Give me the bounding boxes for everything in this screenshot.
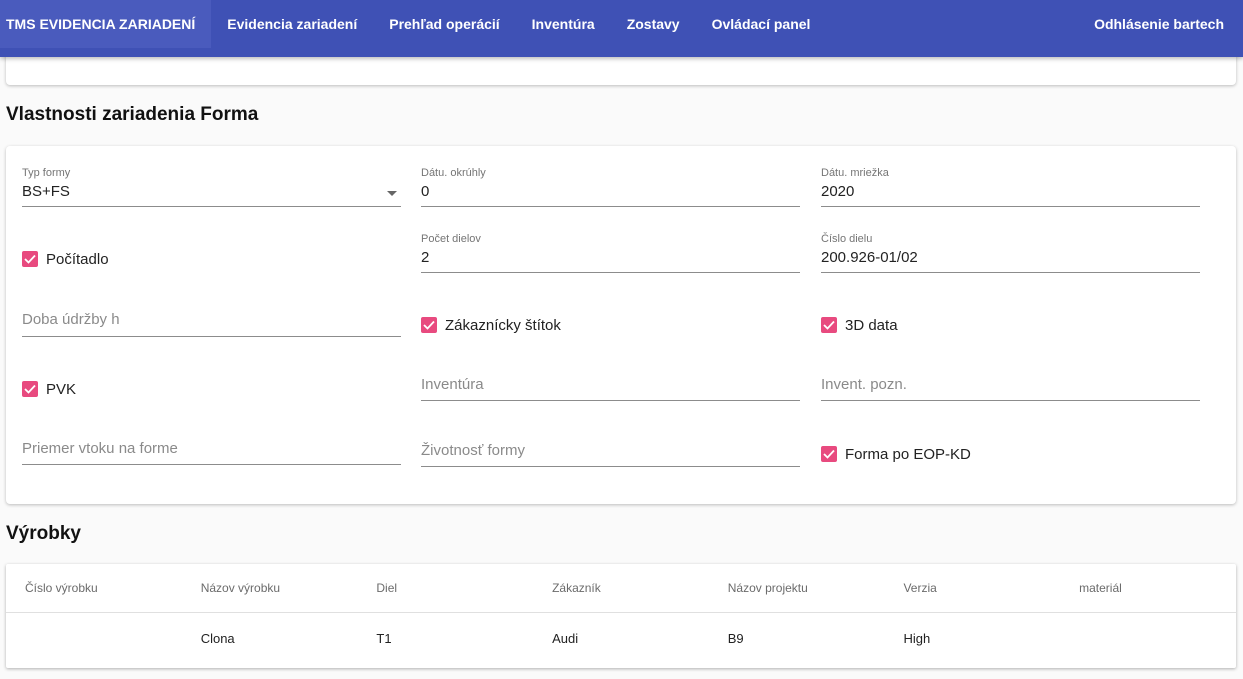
typ-formy-value: BS+FS (22, 183, 70, 200)
pocitadlo-checkbox[interactable] (22, 251, 38, 267)
datu-okruhly-value: 0 (421, 183, 430, 200)
check-icon (24, 254, 36, 264)
logout-link[interactable]: Odhlásenie bartech (1078, 0, 1243, 48)
nav-item-zostavy[interactable]: Zostavy (611, 0, 696, 48)
forma-eop-checkbox[interactable] (821, 446, 837, 462)
typ-formy-select[interactable]: Typ formy BS+FS (22, 167, 401, 207)
table-cell: T1 (376, 631, 392, 646)
column-header-nazov-projektu[interactable]: Názov projektu (709, 581, 885, 595)
datu-mriezka-label: Dátu. mriežka (821, 167, 889, 179)
zivotnost-formy-field[interactable] (421, 427, 800, 467)
table-cell: Audi (552, 631, 579, 646)
nav-item-evidencia[interactable]: Evidencia zariadení (211, 0, 373, 48)
column-header-nazov-vyrobku[interactable]: Názov výrobku (182, 581, 358, 595)
forma-eop-label: Forma po EOP-KD (845, 445, 971, 463)
cislo-dielu-value: 200.926-01/02 (821, 249, 918, 266)
top-nav-bar: TMS EVIDENCIA ZARIADENÍ Evidencia zariad… (0, 0, 1243, 57)
nav-item-ovladaci-panel[interactable]: Ovládací panel (696, 0, 827, 48)
column-header-zakaznik[interactable]: Zákazník (533, 581, 709, 595)
pvk-label: PVK (46, 380, 77, 398)
inventura-field[interactable] (421, 361, 800, 401)
datu-mriezka-field[interactable]: Dátu. mriežka 2020 (821, 167, 1200, 207)
cislo-dielu-field[interactable]: Číslo dielu 200.926-01/02 (821, 233, 1200, 273)
column-header-material[interactable]: materiál (1060, 581, 1236, 595)
pocitadlo-checkbox-row[interactable]: Počítadlo (22, 249, 109, 269)
priemer-vtoku-input[interactable] (22, 440, 372, 457)
datu-okruhly-label: Dátu. okrúhly (421, 167, 486, 179)
data-3d-checkbox[interactable] (821, 317, 837, 333)
data-3d-checkbox-row[interactable]: 3D data (821, 315, 898, 335)
pocet-dielov-label: Počet dielov (421, 233, 481, 245)
nav-item-inventura[interactable]: Inventúra (516, 0, 611, 48)
dropdown-arrow-icon[interactable] (387, 191, 397, 196)
products-table: Číslo výrobku Názov výrobku Diel Zákazní… (6, 564, 1236, 668)
datu-mriezka-value: 2020 (821, 183, 855, 200)
pvk-checkbox-row[interactable]: PVK (22, 379, 76, 399)
invent-pozn-input[interactable] (821, 376, 1171, 393)
zakaznicky-stitok-label: Zákaznícky štítok (445, 316, 561, 334)
zakaznicky-stitok-checkbox[interactable] (421, 317, 437, 333)
nav-brand[interactable]: TMS EVIDENCIA ZARIADENÍ (0, 0, 212, 48)
inventura-input[interactable] (421, 376, 771, 393)
properties-title: Vlastnosti zariadenia Forma (6, 104, 259, 125)
cislo-dielu-label: Číslo dielu (821, 233, 873, 245)
check-icon (423, 320, 435, 330)
forma-eop-checkbox-row[interactable]: Forma po EOP-KD (821, 444, 971, 464)
pocet-dielov-value: 2 (421, 249, 430, 266)
products-title: Výrobky (6, 523, 81, 544)
check-icon (823, 449, 835, 459)
priemer-vtoku-field[interactable] (22, 425, 401, 465)
table-cell: B9 (727, 631, 744, 646)
nav-item-prehlad-operacii[interactable]: Prehľad operácií (373, 0, 515, 48)
table-cell: High (903, 631, 931, 646)
check-icon (24, 384, 36, 394)
doba-udrzby-field[interactable] (22, 297, 401, 337)
pocet-dielov-field[interactable]: Počet dielov 2 (421, 233, 800, 273)
column-header-verzia[interactable]: Verzia (884, 581, 1060, 595)
column-header-diel[interactable]: Diel (357, 581, 533, 595)
doba-udrzby-input[interactable] (22, 311, 372, 328)
pvk-checkbox[interactable] (22, 381, 38, 397)
data-3d-label: 3D data (845, 316, 898, 334)
table-cell: Clona (200, 631, 235, 646)
invent-pozn-field[interactable] (821, 361, 1200, 401)
table-row[interactable]: Clona T1 Audi B9 High (6, 614, 1236, 663)
typ-formy-label: Typ formy (22, 167, 71, 179)
zakaznicky-stitok-checkbox-row[interactable]: Zákaznícky štítok (421, 315, 561, 335)
table-header: Číslo výrobku Názov výrobku Diel Zákazní… (6, 564, 1236, 613)
check-icon (823, 320, 835, 330)
column-header-cislo-vyrobku[interactable]: Číslo výrobku (6, 581, 182, 595)
pocitadlo-label: Počítadlo (46, 250, 109, 268)
zivotnost-formy-input[interactable] (421, 442, 771, 459)
datu-okruhly-field[interactable]: Dátu. okrúhly 0 (421, 167, 800, 207)
properties-card: Typ formy BS+FS Dátu. okrúhly 0 Dátu. mr… (6, 146, 1236, 504)
